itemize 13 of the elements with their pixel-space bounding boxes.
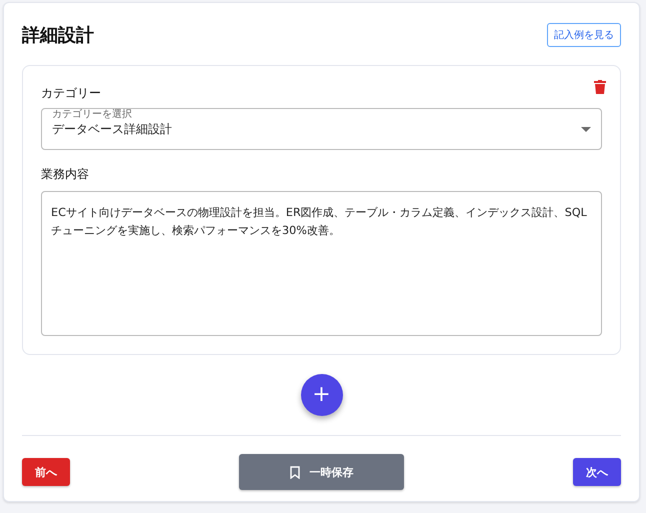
bookmark-icon	[290, 466, 300, 478]
back-button[interactable]: 前へ	[22, 458, 70, 486]
trash-icon[interactable]	[594, 80, 606, 94]
caret-icon	[581, 126, 591, 132]
field-label: カテゴリー	[41, 85, 101, 102]
page-title: 詳細設計	[22, 24, 94, 47]
example-button[interactable]: 記入例を見る	[547, 23, 621, 47]
content-field[interactable]: ECサイト向けデータベースの物理設計を担当。ER図作成、テーブル・カラム定義、インデックス設計、SQLチューニングを実施し、検索パフォーマンスを30%改善。	[41, 191, 602, 336]
select-value: データベース詳細設計	[52, 120, 172, 138]
save-button[interactable]: 一時保存	[239, 454, 404, 490]
add-button[interactable]: +	[300, 374, 342, 416]
next-button[interactable]: 次へ	[573, 458, 621, 486]
field-label: 業務内容	[41, 166, 89, 183]
